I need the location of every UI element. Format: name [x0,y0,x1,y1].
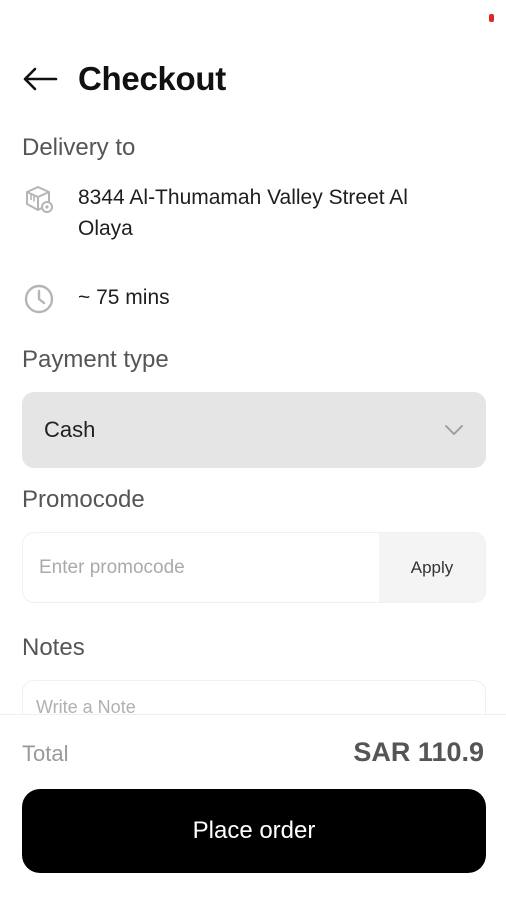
checkout-screen: Checkout Delivery to 8344 Al-Thumamah Va… [0,0,506,900]
total-label: Total [22,741,69,766]
delivery-label: Delivery to [22,134,136,161]
package-icon [22,182,56,216]
apply-button[interactable]: Apply [379,533,485,602]
page-title: Checkout [78,60,226,97]
payment-type-select[interactable]: Cash [22,392,486,468]
payment-type-value: Cash [44,417,96,442]
chevron-down-icon [445,425,463,435]
place-order-button[interactable]: Place order [22,789,486,873]
delivery-eta-row: ~ 75 mins [22,282,484,316]
status-indicator [489,14,494,22]
notes-label: Notes [22,634,85,661]
total-value: SAR 110.9 [353,737,484,767]
promocode-field: Apply [22,532,486,603]
clock-icon [22,282,56,316]
back-button[interactable] [22,61,58,97]
promocode-label: Promocode [22,486,145,513]
delivery-address: 8344 Al-Thumamah Valley Street Al Olaya [78,186,408,240]
payment-type-label: Payment type [22,346,169,373]
promocode-input[interactable] [23,533,379,602]
delivery-address-row: 8344 Al-Thumamah Valley Street Al Olaya [22,182,484,244]
arrow-left-icon [23,67,58,91]
checkout-footer: Total SAR 110.9 Place order [0,714,506,900]
header: Checkout [22,56,484,102]
delivery-eta: ~ 75 mins [78,286,170,309]
